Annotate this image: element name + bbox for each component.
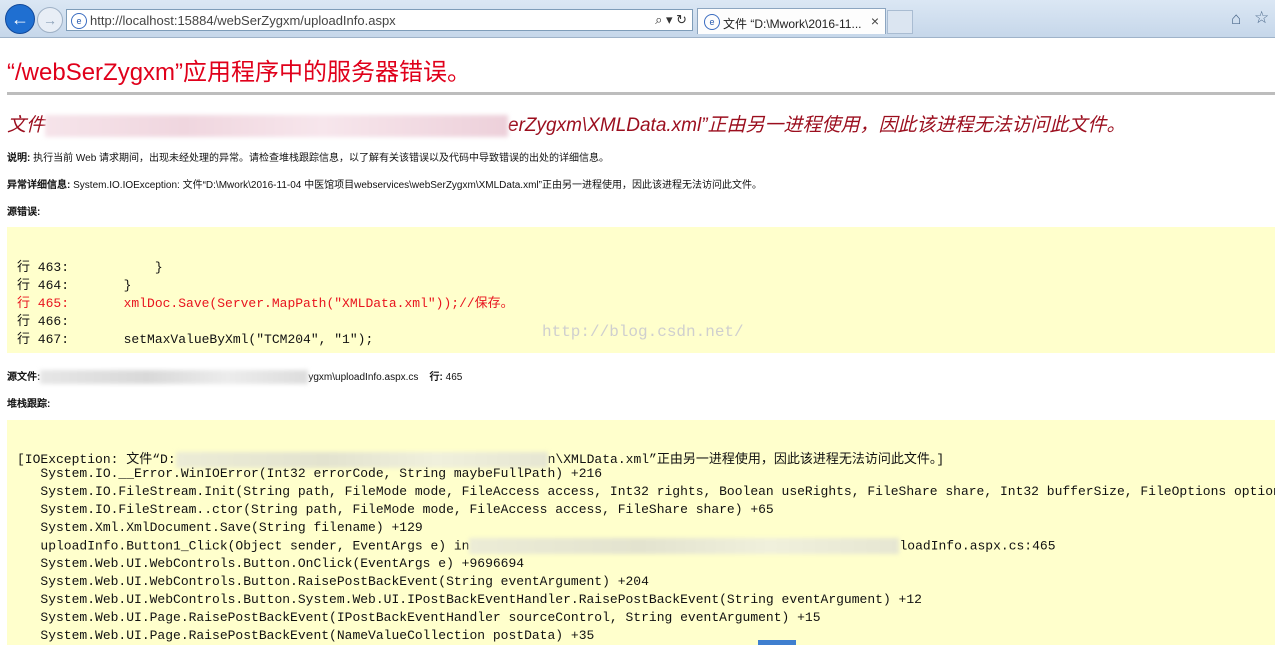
error-heading-end: erZygxm\XMLData.xml”正由另一进程使用，因此该进程无法访问此文… xyxy=(508,115,1126,136)
ie-page-icon: e xyxy=(71,13,87,29)
redacted-stack-path xyxy=(469,538,900,554)
stack-line: System.Xml.XmlDocument.Save(String filen… xyxy=(17,520,423,535)
description: 说明: 执行当前 Web 请求期间，出现未经处理的异常。请检查堆栈跟踪信息，以了… xyxy=(7,149,609,164)
home-icon[interactable]: ⌂ xyxy=(1231,9,1241,29)
stack-line: System.Web.UI.Page.RaisePostBackEvent(IP… xyxy=(17,610,821,625)
exception-details: 异常详细信息: System.IO.IOException: 文件“D:\Mwo… xyxy=(7,176,762,191)
source-file-label: 源文件: xyxy=(7,372,41,383)
browser-toolbar: ← → e http://localhost:15884/webSerZygxm… xyxy=(0,0,1275,38)
stack-line: System.Web.UI.WebControls.Button.RaisePo… xyxy=(17,574,649,589)
exception-label: 异常详细信息: xyxy=(7,180,71,191)
back-button[interactable]: ← xyxy=(5,4,35,34)
stack-click-end: loadInfo.aspx.cs:465 xyxy=(899,538,1056,554)
stack-line: System.IO.__Error.WinIOError(Int32 error… xyxy=(17,466,603,481)
exception-text: System.IO.IOException: 文件“D:\Mwork\2016-… xyxy=(70,180,762,191)
stack-line: System.IO.FileStream..ctor(String path, … xyxy=(17,502,774,517)
forward-button[interactable]: → xyxy=(37,7,63,33)
back-arrow-icon: ← xyxy=(11,8,29,29)
stack-line: System.Web.UI.WebControls.Button.OnClick… xyxy=(17,556,525,571)
url-text[interactable]: http://localhost:15884/webSerZygxm/uploa… xyxy=(90,13,396,28)
description-text: 执行当前 Web 请求期间，出现未经处理的异常。请检查堆栈跟踪信息，以了解有关该… xyxy=(30,153,610,164)
watermark: http://blog.csdn.net/ xyxy=(542,323,744,341)
description-label: 说明: xyxy=(7,153,31,164)
stack-line: [IOException: 文件“D: n\XMLData.xml”正由另一进程使… xyxy=(17,448,944,468)
search-refresh-icons[interactable]: ⌕ ▾ ↻ xyxy=(655,12,687,28)
source-line: 行 464: } xyxy=(17,278,132,293)
source-file-end: ygxm\uploadInfo.aspx.cs xyxy=(308,372,419,383)
stack-line: uploadInfo.Button1_Click(Object sender, … xyxy=(17,538,1056,554)
stack-trace-label: 堆栈跟踪: xyxy=(7,399,51,410)
error-heading: 文件 erZygxm\XMLData.xml”正由另一进程使用，因此该进程无法访问… xyxy=(7,110,1126,137)
new-tab-button[interactable] xyxy=(887,10,913,34)
source-line: 行 467: setMaxValueByXml("TCM204", "1"); xyxy=(17,332,374,347)
stack-trace-box: [IOException: 文件“D: n\XMLData.xml”正由另一进程使… xyxy=(7,420,1275,645)
stack-line: System.Web.UI.Page.RaisePostBackEvent(Na… xyxy=(17,628,595,643)
source-file: 源文件: ygxm\uploadInfo.aspx.cs 行: 465 xyxy=(7,368,463,385)
star-icon[interactable]: ☆ xyxy=(1254,8,1269,28)
redacted-path xyxy=(45,114,509,137)
divider xyxy=(7,92,1275,95)
source-line: 行 463: } xyxy=(17,260,163,275)
tab-title: 文件 “D:\Mwork\2016-11... xyxy=(723,17,862,31)
line-value: 465 xyxy=(442,372,463,383)
stack-click-start: uploadInfo.Button1_Click(Object sender, … xyxy=(17,538,470,554)
error-heading-start: 文件 xyxy=(7,115,46,136)
stack-line: System.Web.UI.WebControls.Button.System.… xyxy=(17,592,922,607)
source-line-error: 行 465: xmlDoc.Save(Server.MapPath("XMLDa… xyxy=(17,296,514,311)
line-label: 行: xyxy=(429,372,443,383)
source-error-label: 源错误: xyxy=(7,207,41,218)
address-bar[interactable]: e http://localhost:15884/webSerZygxm/upl… xyxy=(66,9,693,31)
source-error-heading: 源错误: xyxy=(7,203,40,218)
stack-trace-heading: 堆栈跟踪: xyxy=(7,395,50,410)
tab-active[interactable]: e 文件 “D:\Mwork\2016-11... × xyxy=(697,8,886,34)
page-title: “/webSerZygxm”应用程序中的服务器错误。 xyxy=(7,59,472,86)
taskbar-fragment xyxy=(758,640,796,645)
redacted-file-path xyxy=(40,370,309,385)
forward-arrow-icon: → xyxy=(43,12,57,28)
ie-tab-icon: e xyxy=(704,14,720,30)
stack-line: System.IO.FileStream.Init(String path, F… xyxy=(17,484,1275,499)
source-line: 行 466: xyxy=(17,314,70,329)
stack-first-start: [IOException: 文件“D: xyxy=(17,452,176,467)
tab-close-icon[interactable]: × xyxy=(871,13,879,29)
stack-first-end: n\XMLData.xml”正由另一进程使用，因此该进程无法访问此文件。] xyxy=(547,452,945,467)
